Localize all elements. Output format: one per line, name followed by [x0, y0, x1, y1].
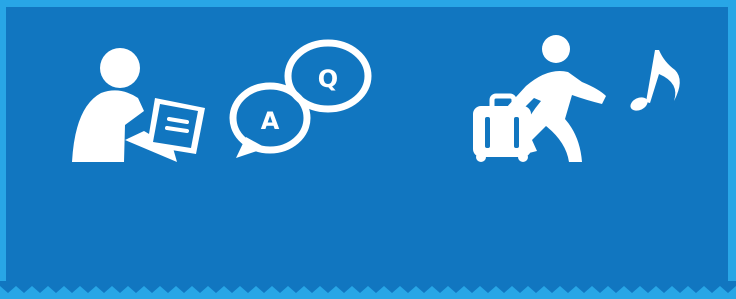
writer-body: [72, 90, 144, 162]
question-letter: Q: [318, 65, 338, 93]
person-writing-icon: [72, 48, 205, 162]
qa-speech-bubbles-icon: Q A: [229, 39, 372, 158]
paper-icon: [147, 98, 205, 154]
bottom-wave-border: [0, 281, 736, 299]
answer-letter: A: [261, 107, 280, 135]
music-note-icon: [630, 50, 680, 111]
writer-head: [100, 48, 140, 88]
traveler-head: [542, 35, 570, 63]
banner-frame: Q A: [0, 0, 736, 299]
banner-illustrations: Q A: [72, 35, 680, 162]
